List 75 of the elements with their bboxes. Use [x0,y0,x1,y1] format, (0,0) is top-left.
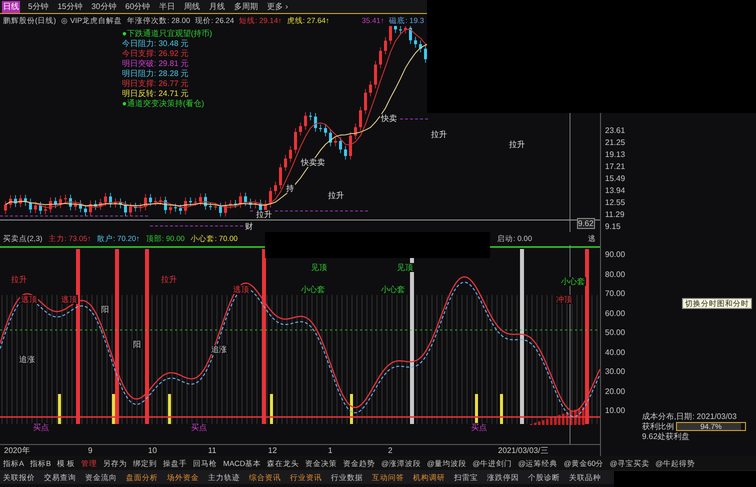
period-tab[interactable]: 15分钟 [56,0,84,12]
indicator-signal-label: 阳 [132,340,142,349]
period-tab[interactable]: 60分钟 [124,0,152,12]
axis-label: 21.25 [605,138,626,148]
axis-label: 40.00 [605,348,626,358]
price-level-text: 明日突破: 29.81 元 [122,59,190,69]
profit-ratio-label: 获利比例 [642,422,674,431]
chart-signal-label: 持 [285,184,295,193]
date-axis-label: 9 [88,446,92,455]
indicator-signal-label: 买点 [470,423,488,432]
indicator-signal-label: 买点 [190,423,208,432]
chart-signal-label: 拉升 [508,140,526,149]
price-level-text: 明日支撑: 26.77 元 [122,79,190,89]
axis-label: 70.00 [605,289,626,299]
price-level-text: 今日支撑: 26.92 元 [122,49,190,59]
date-axis-label: 1 [328,446,332,455]
axis-label: 20.00 [605,386,626,396]
axis-label: 10.00 [605,406,626,416]
indicator-signal-label: 小心套 [380,285,406,294]
axis-label: 23.61 [605,126,626,136]
current-price-label: 9.62 [577,218,595,229]
axis-label: 30.00 [605,367,626,377]
chart-signal-label: 快卖卖 [300,158,326,167]
axis-label: 17.21 [605,162,626,172]
period-tab[interactable]: 更多 › [266,0,290,12]
date-axis-label: 12 [268,446,277,455]
axis-label: 19.13 [605,150,626,160]
indicator-signal-label: 逃顶 [20,295,38,304]
axis-label: 90.00 [605,250,626,260]
axis-label: 11.29 [605,210,624,220]
indicator-signal-label: 逃顶 [232,285,250,294]
price-level-text: 今日阻力: 30.48 元 [122,39,190,49]
price-level-text: ●通道突变决策持(看仓) [122,99,206,109]
axis-label: 80.00 [605,270,626,280]
cost-distribution-title: 成本分布,日期: 2021/03/03 [642,412,738,421]
indicator-signal-label: 买点 [32,423,50,432]
period-tab[interactable]: 周线 [183,0,202,12]
axis-label: 13.94 [605,186,626,196]
date-axis-label: 10 [148,446,157,455]
axis-label: 15.49 [605,174,626,184]
indicator-signal-label: 拉升 [10,275,28,284]
indicator-signal-label: 追涨 [210,345,228,354]
date-axis-label: 11 [208,446,216,455]
indicator-signal-label: 小心套 [560,277,586,286]
chart-signal-label: 拉升 [327,191,345,200]
period-tab[interactable]: 半日 [158,0,176,12]
price-level-text: ●下跌通道只宜观望(持币) [122,29,212,39]
axis-label: 50.00 [605,328,626,338]
indicator-signal-label: 拉升 [160,275,178,284]
indicator-signal-label: 见顶 [310,263,328,272]
indicator-signal-label: 小心套 [300,285,326,294]
period-tab[interactable]: 日线 [2,0,20,12]
period-tab[interactable]: 多周期 [233,0,260,12]
price-level-text: 明日反转: 24.71 元 [122,89,190,99]
date-axis-label: 2020年 [4,446,30,455]
price-level-text: 明日阻力: 28.28 元 [122,69,190,79]
histogram-series [530,407,584,425]
indicator-signal-label: 逃顶 [60,295,78,304]
axis-label: 60.00 [605,308,626,318]
date-axis-label: 2 [388,446,392,455]
indicator-signal-label: 阳 [100,305,110,314]
chart-signal-label: 拉升 [430,130,448,139]
axis-label: 9.15 [605,222,621,232]
indicator-signal-label: 见顶 [396,263,414,272]
chart-signal-label: 拉升 [255,210,273,219]
date-axis-label: 2021/03/03/三 [498,446,548,455]
chart-signal-label: 快卖 [380,114,398,123]
profit-note: 9.62处获利盘 [642,432,691,441]
indicator-signal-label: 冲顶 [555,295,573,304]
indicator-signal-label: 追涨 [18,355,36,364]
period-tab[interactable]: 30分钟 [90,0,118,12]
period-tab[interactable]: 月线 [208,0,226,12]
period-tab[interactable]: 5分钟 [27,0,50,12]
chart-signal-label: 财 [244,222,254,231]
axis-label: 12.55 [605,198,626,208]
